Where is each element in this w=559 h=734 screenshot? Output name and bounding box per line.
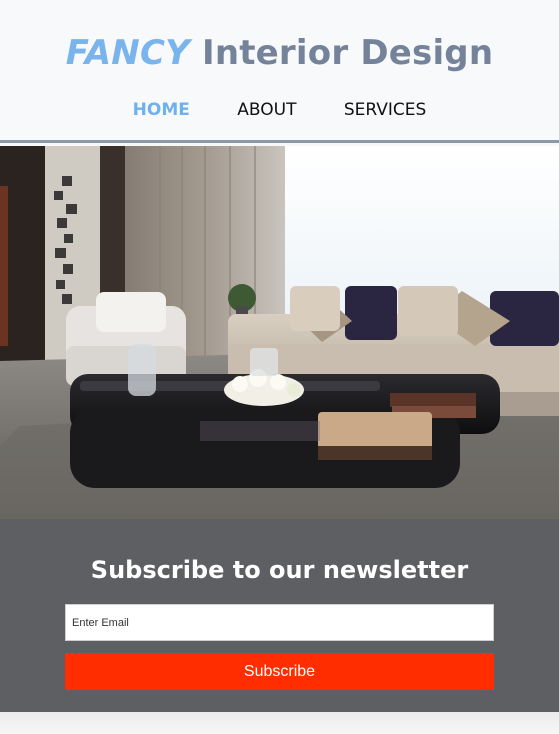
page: FANCY Interior Design HOME ABOUT SERVICE… <box>0 0 559 734</box>
newsletter-section: Subscribe to our newsletter Subscribe <box>0 519 559 712</box>
nav-about[interactable]: ABOUT <box>237 99 296 121</box>
main-nav: HOME ABOUT SERVICES <box>0 99 559 121</box>
brand-name-text: Interior Design <box>201 33 494 73</box>
newsletter-title: Subscribe to our newsletter <box>90 556 469 584</box>
site-header: FANCY Interior Design HOME ABOUT SERVICE… <box>0 0 559 143</box>
brand-accent-text: FANCY <box>65 33 190 73</box>
hero-image <box>0 146 559 519</box>
subscribe-button[interactable]: Subscribe <box>65 653 494 690</box>
living-room-photo <box>0 146 559 519</box>
nav-services[interactable]: SERVICES <box>344 99 426 121</box>
email-field[interactable] <box>65 604 494 641</box>
nav-home[interactable]: HOME <box>133 99 190 121</box>
site-logo[interactable]: FANCY Interior Design <box>0 33 559 73</box>
page-footer-shadow <box>0 712 559 734</box>
